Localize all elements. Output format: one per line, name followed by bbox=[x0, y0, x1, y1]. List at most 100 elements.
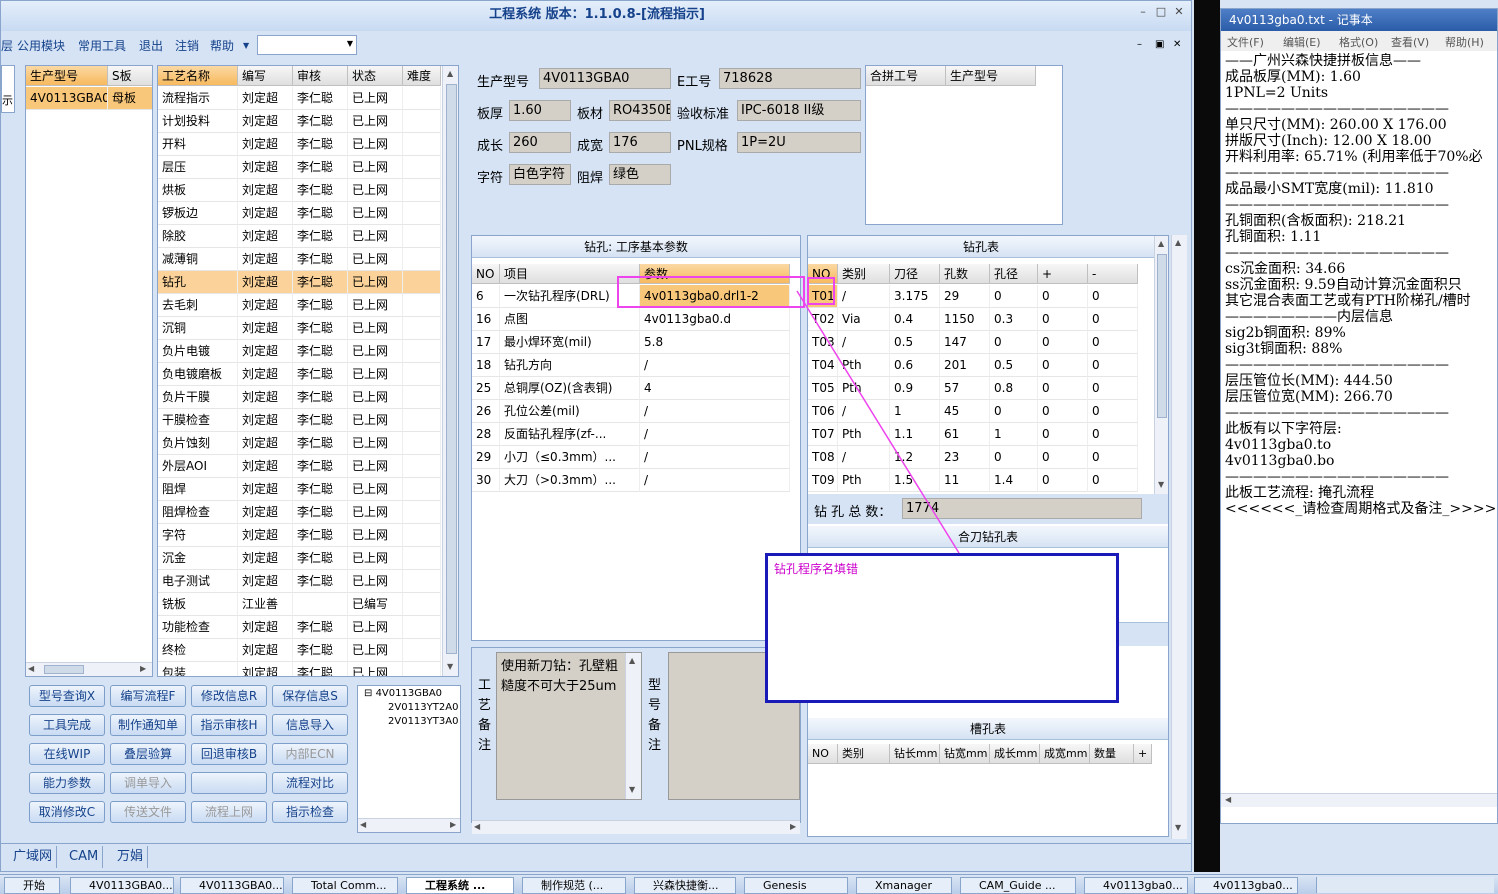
slot-col-header[interactable]: 类别 bbox=[838, 744, 890, 764]
length-field[interactable]: 260 bbox=[509, 132, 571, 153]
drill-col-header[interactable]: + bbox=[1038, 264, 1088, 284]
child-close-icon[interactable]: ✕ bbox=[1173, 39, 1181, 50]
drill-table-vscroll[interactable]: ▲ ▼ bbox=[1154, 236, 1168, 494]
hscroll-thumb[interactable] bbox=[44, 665, 84, 674]
slot-col-header[interactable]: 钻宽mm bbox=[940, 744, 990, 764]
scroll-down-icon[interactable]: ▼ bbox=[629, 785, 635, 794]
drill-param-row[interactable]: 26 孔位公差(mil) / bbox=[472, 400, 790, 423]
drill-param-row[interactable]: 17 最小焊环宽(mil) 5.8 bbox=[472, 331, 790, 354]
minimize-icon[interactable]: – bbox=[1135, 4, 1151, 20]
slot-col-header[interactable]: 钻长mm bbox=[890, 744, 940, 764]
drill-param-row[interactable]: 16 点图 4v0113gba0.d bbox=[472, 308, 790, 331]
slot-col-header[interactable]: 数量 bbox=[1090, 744, 1134, 764]
col-difficulty[interactable]: 难度 bbox=[403, 66, 441, 86]
taskbar-item[interactable]: 兴森快捷衡... bbox=[634, 877, 736, 894]
drill-param-row[interactable]: 18 钻孔方向 / bbox=[472, 354, 790, 377]
scroll-up-icon[interactable]: ▲ bbox=[1175, 238, 1181, 247]
slot-col-header[interactable]: NO bbox=[808, 744, 838, 764]
process-row[interactable]: 终检 刘定超 李仁聪 已上网 bbox=[158, 639, 441, 662]
np-menu-file[interactable]: 文件(F) bbox=[1227, 34, 1264, 50]
status-tab-cam[interactable]: CAM bbox=[65, 846, 104, 868]
vscroll-thumb[interactable] bbox=[446, 84, 457, 654]
process-row[interactable]: 减薄铜 刘定超 李仁聪 已上网 bbox=[158, 248, 441, 271]
process-row[interactable]: 流程指示 刘定超 李仁聪 已上网 bbox=[158, 87, 441, 110]
action-button[interactable]: 工具完成 bbox=[29, 714, 105, 736]
action-button[interactable]: 在线WIP bbox=[29, 743, 105, 765]
action-button[interactable]: 回退审核B bbox=[191, 743, 267, 765]
thickness-field[interactable]: 1.60 bbox=[509, 100, 571, 121]
process-row[interactable]: 去毛刺 刘定超 李仁聪 已上网 bbox=[158, 294, 441, 317]
product-row-sboard[interactable]: 母板 bbox=[108, 87, 152, 110]
action-button[interactable]: 流程对比 bbox=[272, 772, 348, 794]
process-row[interactable]: 计划投料 刘定超 李仁聪 已上网 bbox=[158, 110, 441, 133]
standard-field[interactable]: IPC-6018 II级 bbox=[737, 100, 861, 121]
action-button[interactable]: 制作通知单 bbox=[110, 714, 186, 736]
action-button[interactable]: 指示检查 bbox=[272, 801, 348, 823]
vscroll-thumb[interactable] bbox=[1157, 254, 1167, 418]
taskbar-item[interactable]: CAM_Guide ... bbox=[960, 877, 1076, 894]
taskbar-item[interactable]: 4v0113gba0... bbox=[1084, 877, 1188, 894]
process-row[interactable]: 沉金 刘定超 李仁聪 已上网 bbox=[158, 547, 441, 570]
status-tab-user[interactable]: 万娟 bbox=[113, 846, 149, 868]
action-button[interactable]: 信息导入 bbox=[272, 714, 348, 736]
action-button[interactable]: 编写流程F bbox=[110, 685, 186, 707]
scroll-left-icon[interactable]: ◀ bbox=[28, 664, 34, 673]
material-field[interactable]: RO4350B bbox=[609, 100, 671, 121]
drill-param-row[interactable]: 29 小刀（≤0.3mm）... / bbox=[472, 446, 790, 469]
process-row[interactable]: 阻焊检查 刘定超 李仁聪 已上网 bbox=[158, 501, 441, 524]
process-row[interactable]: 烘板 刘定超 李仁聪 已上网 bbox=[158, 179, 441, 202]
tree-root[interactable]: ⊟ 4V0113GBA0 bbox=[364, 688, 442, 699]
notepad-text[interactable]: ——广州兴森快捷拼板信息—— 成品板厚(MM): 1.60 1PNL=2 Units… bbox=[1225, 53, 1497, 803]
tree-child[interactable]: 2V0113YT3A0 bbox=[388, 716, 458, 727]
pnl-field[interactable]: 1P=2U bbox=[737, 132, 861, 153]
process-remark-box[interactable]: 使用新刀钻：孔壁粗糙度不可大于25um ▲ ▼ bbox=[496, 652, 642, 800]
scroll-down-icon[interactable]: ▼ bbox=[447, 662, 453, 671]
taskbar-item[interactable]: Xmanager bbox=[856, 877, 952, 894]
col-merge-eng[interactable]: 合拼工号 bbox=[866, 66, 946, 86]
action-button[interactable]: 叠层验算 bbox=[110, 743, 186, 765]
action-button[interactable]: 型号查询X bbox=[29, 685, 105, 707]
scroll-down-icon[interactable]: ▼ bbox=[1175, 823, 1181, 832]
slot-col-header[interactable]: 成宽mm bbox=[1040, 744, 1090, 764]
taskbar-item[interactable]: 工程系统 ... bbox=[406, 877, 514, 894]
menu-logout[interactable]: 注销 bbox=[175, 37, 199, 54]
tree-hscroll[interactable]: ◀ ▶ bbox=[358, 818, 460, 832]
help-dropdown-icon[interactable]: ▼ bbox=[243, 41, 249, 50]
taskbar-item[interactable]: 4v0113gba0... bbox=[1194, 877, 1298, 894]
taskbar-item[interactable]: 制作规范 (... bbox=[522, 877, 626, 894]
drill-col-header[interactable]: - bbox=[1088, 264, 1138, 284]
scroll-left-icon[interactable]: ◀ bbox=[474, 822, 480, 831]
maximize-icon[interactable]: □ bbox=[1153, 4, 1169, 20]
process-row[interactable]: 负片电镀 刘定超 李仁聪 已上网 bbox=[158, 340, 441, 363]
toolbar-combo[interactable]: ▼ bbox=[257, 35, 357, 55]
menu-public-module[interactable]: 公用模块 bbox=[17, 37, 65, 54]
process-row[interactable]: 除胶 刘定超 李仁聪 已上网 bbox=[158, 225, 441, 248]
remarks-hscroll[interactable]: ◀ ▶ bbox=[472, 820, 800, 834]
product-row-no[interactable]: 4V0113GBA0 bbox=[26, 87, 108, 110]
notepad-hscroll[interactable]: ◀ bbox=[1221, 793, 1497, 807]
process-row[interactable]: 开料 刘定超 李仁聪 已上网 bbox=[158, 133, 441, 156]
col-reviewer[interactable]: 审核 bbox=[293, 66, 348, 86]
drill-param-row[interactable]: 28 反面钻孔程序(zf-... / bbox=[472, 423, 790, 446]
action-button[interactable]: 指示审核H bbox=[191, 714, 267, 736]
np-menu-format[interactable]: 格式(O) bbox=[1339, 34, 1378, 50]
process-row[interactable]: 阻焊 刘定超 李仁聪 已上网 bbox=[158, 478, 441, 501]
col-status[interactable]: 状态 bbox=[348, 66, 403, 86]
process-row[interactable]: 包装 刘定超 李仁聪 已上网 bbox=[158, 662, 441, 676]
status-tab-wan[interactable]: 广域网 bbox=[9, 846, 58, 868]
action-button[interactable]: 能力参数 bbox=[29, 772, 105, 794]
child-restore-icon[interactable]: ▣ bbox=[1155, 39, 1164, 50]
right-vscroll[interactable]: ▲ ▼ bbox=[1171, 235, 1187, 839]
col-writer[interactable]: 编写 bbox=[238, 66, 293, 86]
taskbar-item[interactable]: 4V0113GBA0... bbox=[180, 877, 284, 894]
tree-child[interactable]: 2V0113YT2A0 bbox=[388, 702, 458, 713]
np-menu-view[interactable]: 查看(V) bbox=[1391, 34, 1429, 50]
menu-common-tools[interactable]: 常用工具 bbox=[78, 37, 126, 54]
scroll-right-icon[interactable]: ▶ bbox=[790, 822, 796, 831]
drill-param-row[interactable]: 25 总铜厚(OZ)(含表铜) 4 bbox=[472, 377, 790, 400]
process-row[interactable]: 铣板 江业善 已编写 bbox=[158, 593, 441, 616]
scroll-left-icon[interactable]: ◀ bbox=[360, 820, 366, 829]
scroll-left-icon[interactable]: ◀ bbox=[1225, 795, 1231, 804]
process-row[interactable]: 锣板边 刘定超 李仁聪 已上网 bbox=[158, 202, 441, 225]
col-product-no[interactable]: 生产型号 bbox=[26, 66, 108, 86]
